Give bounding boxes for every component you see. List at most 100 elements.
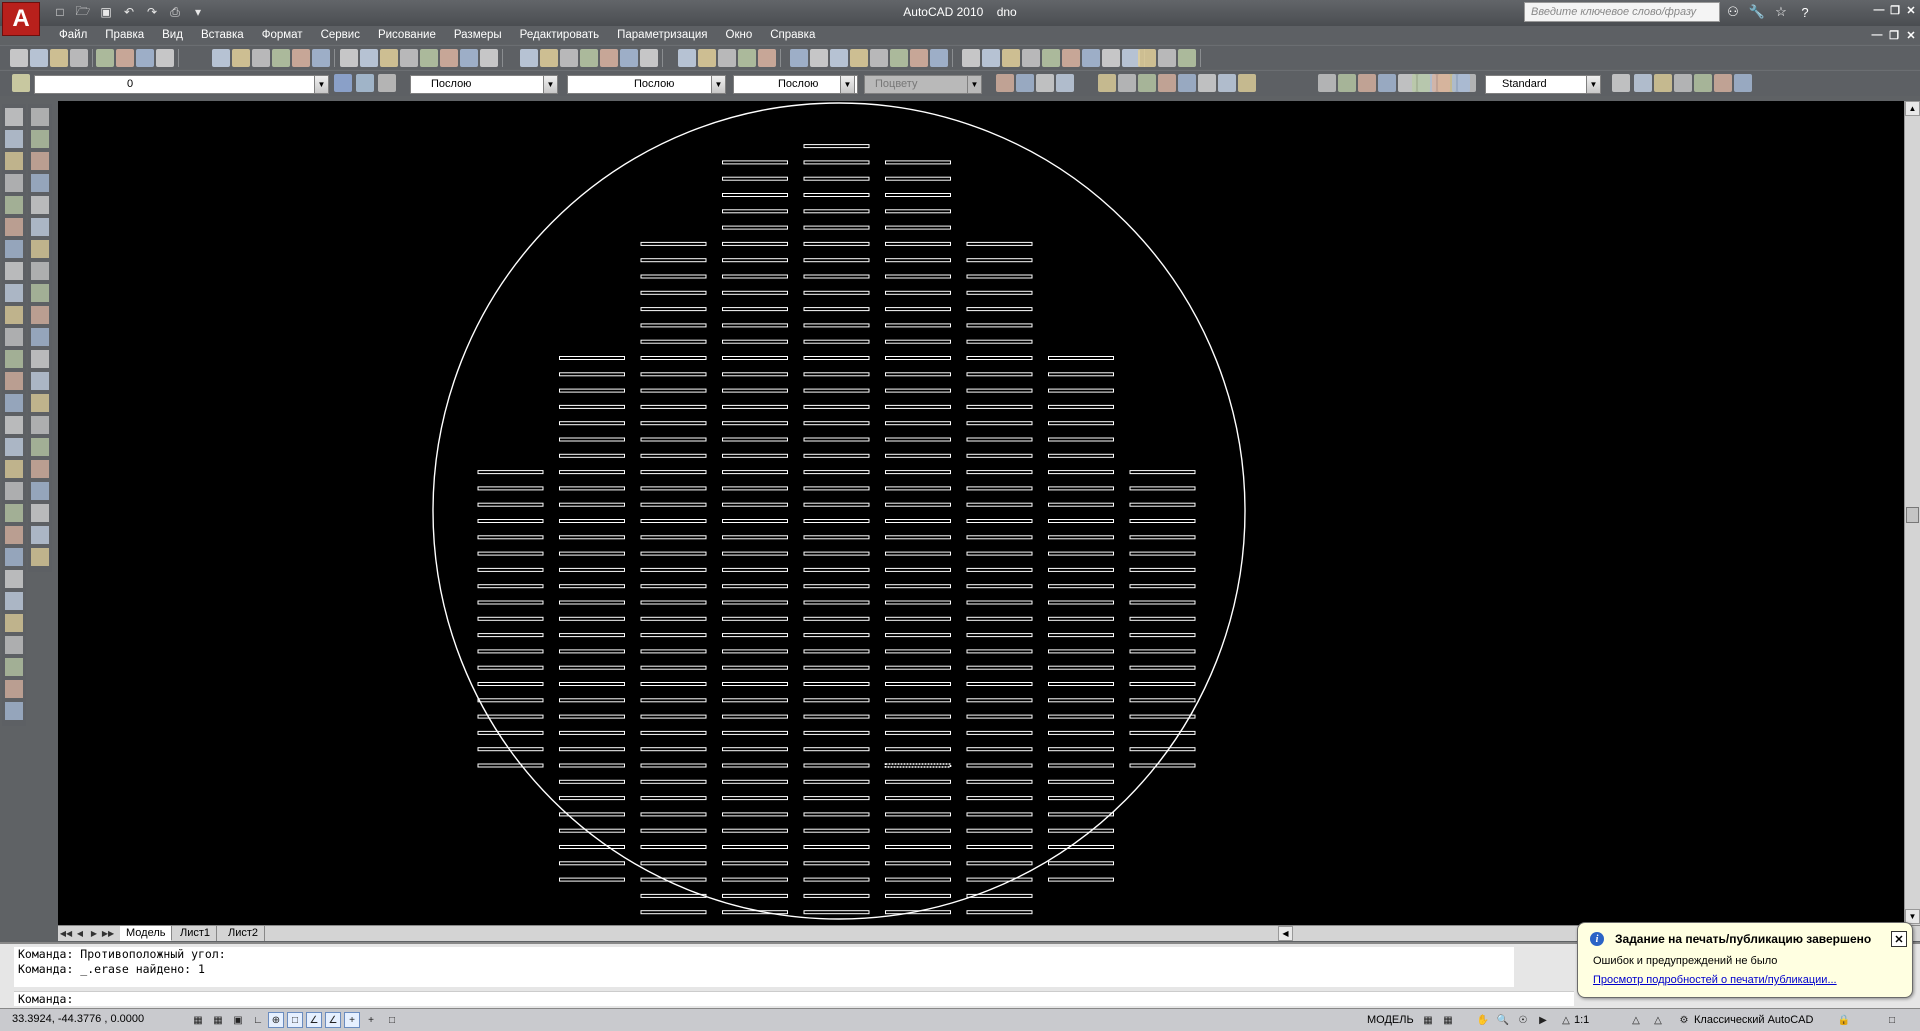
slot-rectangle[interactable] <box>722 502 788 507</box>
draw-tool-button[interactable] <box>5 548 23 566</box>
slot-rectangle[interactable] <box>477 698 544 703</box>
slot-rectangle[interactable] <box>966 633 1033 638</box>
ortho-mode-icon[interactable]: ∟ <box>250 1012 266 1028</box>
slot-rectangle[interactable] <box>1048 682 1114 686</box>
slot-rectangle[interactable] <box>966 747 1033 752</box>
slot-rectangle[interactable] <box>885 812 951 817</box>
slot-rectangle[interactable] <box>722 649 788 654</box>
slot-rectangle[interactable] <box>559 845 625 849</box>
dimension-toolbar-button[interactable] <box>1056 74 1074 92</box>
slot-rectangle[interactable] <box>1048 486 1114 491</box>
slot-rectangle[interactable] <box>640 274 707 279</box>
slot-rectangle[interactable] <box>640 910 707 915</box>
slot-rectangle[interactable] <box>885 176 951 181</box>
standard-toolbar-button[interactable] <box>850 49 868 67</box>
slot-rectangle[interactable] <box>559 730 625 735</box>
standard-toolbar-button[interactable] <box>380 49 398 67</box>
slot-rectangle[interactable] <box>966 372 1033 377</box>
slot-rectangle[interactable] <box>559 470 625 475</box>
slot-rectangle[interactable] <box>885 339 951 344</box>
slot-rectangle[interactable] <box>559 502 625 507</box>
slot-rectangle[interactable] <box>640 893 707 898</box>
slot-rectangle[interactable] <box>1048 845 1114 849</box>
standard-toolbar-button[interactable] <box>50 49 68 67</box>
color-dropdown-icon[interactable]: ▼ <box>543 75 558 94</box>
slot-rectangle[interactable] <box>640 698 707 703</box>
slot-rectangle[interactable] <box>885 535 951 540</box>
slot-rectangle[interactable] <box>803 372 870 377</box>
slot-rectangle[interactable] <box>885 616 951 621</box>
draw-tool-button[interactable] <box>5 196 23 214</box>
draw-tool-button[interactable] <box>5 592 23 610</box>
slot-rectangle[interactable] <box>722 225 788 230</box>
menu-format[interactable]: Формат <box>253 29 312 41</box>
dimension-toolbar-button[interactable] <box>1358 74 1376 92</box>
last-tab-icon[interactable]: ▶▶ <box>102 927 114 940</box>
slot-rectangle[interactable] <box>966 453 1033 458</box>
slot-rectangle[interactable] <box>966 519 1033 523</box>
slot-rectangle[interactable] <box>803 176 870 181</box>
slot-rectangle[interactable] <box>722 796 788 801</box>
pan-icon[interactable]: ✋ <box>1475 1012 1491 1028</box>
slot-rectangle[interactable] <box>966 437 1033 442</box>
slot-rectangle[interactable] <box>722 356 788 360</box>
dimension-toolbar-button[interactable] <box>1158 74 1176 92</box>
slot-rectangle[interactable] <box>966 698 1033 703</box>
slot-rectangle[interactable] <box>1129 567 1196 572</box>
slot-rectangle[interactable] <box>803 828 870 833</box>
dimension-toolbar-button[interactable] <box>1218 74 1236 92</box>
modify-tool-button[interactable] <box>31 218 49 236</box>
standard-toolbar-button[interactable] <box>620 49 638 67</box>
slot-rectangle[interactable] <box>1048 551 1114 556</box>
menu-insert[interactable]: Вставка <box>192 29 253 41</box>
standard-toolbar-button[interactable] <box>910 49 928 67</box>
slot-rectangle[interactable] <box>722 176 788 181</box>
slot-rectangle[interactable] <box>1048 437 1114 442</box>
slot-rectangle[interactable] <box>1048 877 1114 882</box>
layer-dropdown-icon[interactable]: ▼ <box>314 75 329 94</box>
vertical-scroll-thumb[interactable] <box>1906 507 1919 523</box>
communication-center-icon[interactable]: 🔧 <box>1746 2 1768 22</box>
slot-rectangle[interactable] <box>640 356 707 360</box>
slot-rectangle[interactable] <box>966 845 1033 849</box>
vertical-scrollbar[interactable]: ▲ ▼ <box>1904 101 1920 925</box>
slot-rectangle[interactable] <box>966 584 1033 589</box>
steering-wheel-icon[interactable]: ☉ <box>1515 1012 1531 1028</box>
layer-manager-icon[interactable] <box>12 74 30 92</box>
slot-rectangle[interactable] <box>722 747 788 752</box>
draw-tool-button[interactable] <box>5 152 23 170</box>
binoculars-icon[interactable]: ⚇ <box>1722 2 1744 22</box>
slot-rectangle[interactable] <box>559 779 625 784</box>
dimension-toolbar-button[interactable] <box>1338 74 1356 92</box>
slot-rectangle[interactable] <box>966 356 1033 360</box>
slot-rectangle[interactable] <box>803 763 870 768</box>
dimension-toolbar-button[interactable] <box>1098 74 1116 92</box>
slot-rectangle[interactable] <box>1129 584 1196 589</box>
slot-rectangle[interactable] <box>477 584 544 589</box>
slot-rectangle[interactable] <box>966 290 1033 295</box>
restore-icon[interactable]: ❐ <box>1888 3 1902 17</box>
slot-rectangle[interactable] <box>722 372 788 377</box>
slot-rectangle[interactable] <box>803 307 870 312</box>
linetype-dropdown-icon[interactable]: ▼ <box>711 75 726 94</box>
modify-tool-button[interactable] <box>31 416 49 434</box>
dimension-toolbar-button[interactable] <box>1654 74 1672 92</box>
standard-toolbar-button[interactable] <box>252 49 270 67</box>
quick-view-layouts-icon[interactable]: ▦ <box>1420 1012 1436 1028</box>
slot-rectangle[interactable] <box>966 682 1033 686</box>
slot-rectangle[interactable] <box>885 796 951 801</box>
slot-rectangle[interactable] <box>1048 861 1114 866</box>
slot-rectangle[interactable] <box>885 730 951 735</box>
slot-rectangle[interactable] <box>722 307 788 312</box>
slot-rectangle[interactable] <box>885 274 951 279</box>
slot-rectangle[interactable] <box>559 519 625 523</box>
slot-rectangle[interactable] <box>1129 730 1196 735</box>
standard-toolbar-button[interactable] <box>1042 49 1060 67</box>
slot-rectangle[interactable] <box>803 633 870 638</box>
slot-rectangle[interactable] <box>477 616 544 621</box>
tab-model[interactable]: Модель <box>120 926 173 941</box>
slot-rectangle[interactable] <box>722 828 788 833</box>
draw-tool-button[interactable] <box>5 614 23 632</box>
slot-rectangle[interactable] <box>885 209 951 214</box>
slot-rectangle[interactable] <box>640 535 707 540</box>
